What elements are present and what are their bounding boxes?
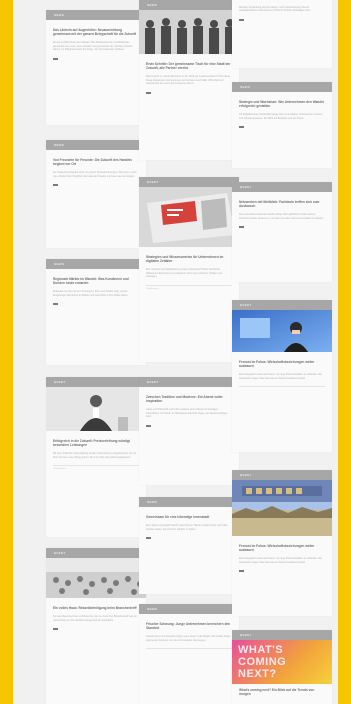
article-image[interactable] [46, 387, 146, 431]
category-tag: EVENT [232, 630, 332, 640]
category-tag: EVENT [232, 300, 332, 310]
read-more-link[interactable] [53, 303, 58, 306]
category-tag: NEWS [139, 0, 239, 10]
article-excerpt: Eine starke Innenstadt braucht viele Par… [146, 524, 228, 531]
article-title[interactable]: Das Lächeln auf Augenhöhe: Neuausrichtun… [46, 28, 146, 36]
article-excerpt: So viele Besucherinnen und Besucher wie … [53, 615, 137, 622]
article-image[interactable] [139, 10, 239, 54]
article-title[interactable]: Frischer Schwung: Junge Unternehmen bere… [139, 622, 239, 630]
article-title[interactable]: Netzwerken mit Weitblick: Fachleute tref… [232, 200, 332, 208]
article-excerpt: Eine Delegation reiste nach Asien, um ne… [239, 557, 322, 564]
article-excerpt: Eine Delegation reiste nach Asien, um ne… [239, 373, 322, 380]
article-card[interactable]: EVENT WHAT'S COMING NEXT? What's coming … [232, 630, 332, 704]
category-tag: NEWS [139, 497, 239, 507]
read-more-link[interactable] [146, 424, 151, 427]
category-tag: NEWS [46, 140, 146, 150]
read-more-link[interactable] [239, 570, 244, 573]
category-tag: NEWS [46, 259, 146, 269]
article-title[interactable]: Fernost im Fokus: Wirtschaftsbeziehungen… [232, 544, 332, 552]
article-title[interactable]: Von Freunden für Freunde: Die Zukunft de… [46, 158, 146, 166]
article-image[interactable] [46, 558, 146, 598]
article-title[interactable]: Erste Schritte: Der gemeinsame Tisch für… [139, 62, 239, 70]
divider [146, 284, 232, 286]
article-title[interactable]: Gemeinsam für eine lebendige Innenstadt [139, 515, 239, 519]
published-label: Veröffentlicht [53, 468, 66, 471]
category-tag: EVENT [46, 377, 146, 387]
article-excerpt: Gäste aus Wirtschaft und Kultur erlebten… [146, 408, 228, 419]
crowd-photo-icon [46, 558, 146, 598]
article-card[interactable]: NEWS Regionale Märkte im Wandel: Was Kun… [46, 259, 146, 365]
article-title[interactable]: Fernost im Fokus: Wirtschaftsbeziehungen… [232, 360, 332, 368]
magazine-photo-icon [139, 187, 239, 247]
article-title[interactable]: Ein volles Haus: Rekordbeteiligung beim … [46, 606, 146, 610]
article-excerpt: Weniger Verpackung, kürzere Wege, mehr V… [239, 6, 311, 13]
article-card[interactable]: EVENT Strategien und Wissenswertes für U… [139, 177, 239, 362]
article-card[interactable]: EVENT Ein volles Haus: Rekordbeteiligung… [46, 548, 146, 704]
article-card[interactable]: Weniger Verpackung, kürzere Wege, mehr V… [232, 0, 332, 68]
article-excerpt: Einkaufen ist mehr als nur Versorgung. E… [53, 290, 129, 297]
article-excerpt: Der lokale Einzelhandel steht vor großen… [53, 171, 137, 178]
article-card[interactable]: NEWS Strategie und Wachstum: Wie Unterne… [232, 82, 332, 168]
category-tag: NEWS [232, 82, 332, 92]
article-title[interactable]: Strategien und Wissenswertes für Unterne… [139, 255, 239, 263]
divider [53, 465, 139, 467]
group-photo-icon [139, 10, 239, 54]
article-grid: NEWS Das Lächeln auf Augenhöhe: Neuausri… [13, 0, 338, 704]
article-image[interactable] [232, 480, 332, 536]
article-title[interactable]: Regionale Märkte im Wandel: Was Kundinne… [46, 277, 146, 285]
published-label: Veröffentlicht [146, 287, 159, 290]
article-image[interactable] [139, 187, 239, 247]
read-more-link[interactable] [239, 18, 244, 21]
image-headline: WHAT'S COMING NEXT? [238, 644, 287, 680]
article-excerpt: Wie verändert die Digitalisierung unsere… [146, 268, 223, 279]
article-card[interactable]: EVENT Fernost im Fokus: Wirtschaftsbezie… [232, 300, 332, 452]
article-card[interactable]: EVENT Erfolgreich in die Zukunft: Preisv… [46, 377, 146, 537]
category-tag: EVENT [46, 548, 146, 558]
speaker-photo-icon [46, 387, 146, 431]
article-excerpt: Mit einer festlichen Veranstaltung wurde… [53, 452, 137, 459]
category-tag: NEWS [46, 10, 146, 20]
article-excerpt: Ob Digitalisierung, Fachkräftemangel ode… [239, 113, 323, 120]
article-card[interactable]: EVENT Fernost im Fokus: Wirtschaftsbezie… [232, 470, 332, 616]
article-card[interactable]: NEWS Frischer Schwung: Junge Unternehmen… [139, 604, 239, 704]
read-more-link[interactable] [53, 184, 58, 187]
article-excerpt: Was braucht es, damit Menschen in der St… [146, 75, 231, 86]
city-skyline-photo-icon [232, 480, 332, 536]
read-more-link[interactable] [239, 126, 244, 129]
speaker-stage-photo-icon [232, 310, 332, 352]
read-more-link[interactable] [53, 628, 58, 631]
category-tag: EVENT [139, 177, 239, 187]
article-image[interactable]: WHAT'S COMING NEXT? [232, 640, 332, 684]
article-card[interactable]: NEWS Gemeinsam für eine lebendige Innens… [139, 497, 239, 594]
category-tag: EVENT [232, 470, 332, 480]
read-more-link[interactable] [239, 226, 244, 229]
article-excerpt: Der persönliche Austausch bleibt wichtig… [239, 213, 324, 220]
article-image[interactable] [232, 310, 332, 352]
article-card[interactable]: NEWS Von Freunden für Freunde: Die Zukun… [46, 140, 146, 248]
article-excerpt: Gründerinnen und Gründer bringen neue Id… [146, 635, 231, 642]
read-more-link[interactable] [146, 91, 151, 94]
article-title[interactable]: Zwischen Tradition und Moderne: Ein Aben… [139, 395, 239, 403]
article-excerpt: Ein kurzer Blick hinter die Kulissen: Wi… [53, 41, 133, 52]
article-title[interactable]: What's coming next? Ein Blick auf die Tr… [232, 688, 332, 696]
article-card[interactable]: NEWS Erste Schritte: Der gemeinsame Tisc… [139, 0, 239, 160]
category-tag: EVENT [139, 377, 239, 387]
article-card[interactable]: EVENT Zwischen Tradition und Moderne: Ei… [139, 377, 239, 485]
article-card[interactable]: NEWS Das Lächeln auf Augenhöhe: Neuausri… [46, 10, 146, 125]
read-more-link[interactable] [146, 537, 151, 540]
article-title[interactable]: Strategie und Wachstum: Wie Unternehmen … [232, 100, 332, 108]
article-card[interactable]: EVENT Netzwerken mit Weitblick: Fachleut… [232, 182, 332, 282]
category-tag: EVENT [232, 182, 332, 192]
article-title[interactable]: Erfolgreich in die Zukunft: Preisverleih… [46, 439, 146, 447]
divider [239, 386, 325, 388]
read-more-link[interactable] [53, 57, 58, 60]
category-tag: NEWS [139, 604, 239, 614]
divider [146, 648, 232, 650]
